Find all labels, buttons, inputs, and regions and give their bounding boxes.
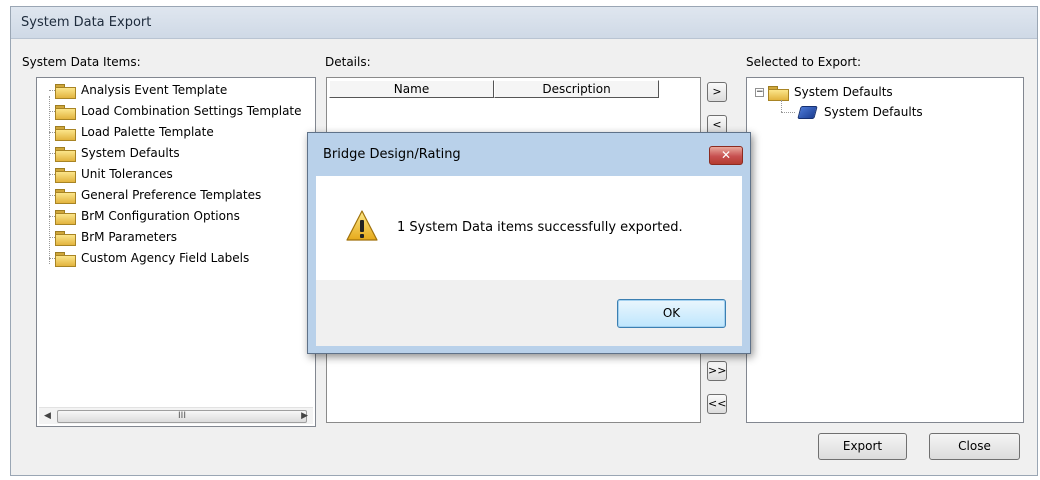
dialog-close-icon[interactable]: ✕ (709, 146, 743, 165)
folder-icon (55, 125, 76, 141)
details-grid-header: Name Description (329, 80, 659, 98)
add-all-button[interactable]: >> (707, 361, 727, 381)
column-header-description[interactable]: Description (494, 80, 659, 98)
ok-button[interactable]: OK (617, 299, 726, 328)
tree-item-brm-parameters[interactable]: BrM Parameters (49, 227, 177, 247)
close-button[interactable]: Close (929, 433, 1020, 460)
horizontal-scrollbar[interactable]: ◀ III ▶ (39, 407, 313, 424)
folder-icon (55, 104, 76, 120)
tree-item-child-system-defaults[interactable]: System Defaults (797, 102, 923, 122)
tree-item-unit-tolerances[interactable]: Unit Tolerances (49, 164, 173, 184)
tree-item-analysis-event-template[interactable]: Analysis Event Template (49, 80, 227, 100)
tree-item-system-defaults[interactable]: System Defaults (49, 143, 180, 163)
folder-icon (55, 209, 76, 225)
folder-icon (55, 167, 76, 183)
scroll-left-icon[interactable]: ◀ (44, 411, 51, 421)
tree-item-custom-agency-field-labels[interactable]: Custom Agency Field Labels (49, 248, 249, 268)
dialog-footer: OK (316, 280, 742, 346)
dialog-title: Bridge Design/Rating (323, 147, 461, 162)
selected-to-export-label: Selected to Export: (746, 55, 862, 69)
tree-connector (49, 96, 50, 264)
folder-icon (55, 188, 76, 204)
scrollbar-thumb[interactable]: III (57, 410, 307, 423)
tree-item-brm-configuration-options[interactable]: BrM Configuration Options (49, 206, 240, 226)
folder-icon (768, 85, 789, 101)
book-icon (797, 105, 818, 119)
collapse-icon[interactable]: − (755, 87, 764, 97)
dialog-body: 1 System Data items successfully exporte… (316, 176, 742, 280)
remove-all-button[interactable]: << (707, 394, 727, 414)
folder-icon (55, 83, 76, 99)
open-folder-icon (55, 146, 76, 162)
system-data-items-tree[interactable]: Analysis Event Template Load Combination… (36, 77, 316, 427)
tree-item-root-system-defaults[interactable]: − System Defaults (755, 82, 893, 102)
warning-icon (346, 210, 378, 241)
folder-icon (55, 230, 76, 246)
add-button[interactable]: > (707, 82, 727, 102)
system-data-items-label: System Data Items: (22, 55, 141, 69)
tree-item-load-palette-template[interactable]: Load Palette Template (49, 122, 214, 142)
column-header-name[interactable]: Name (329, 80, 494, 98)
details-label: Details: (325, 55, 371, 69)
selected-to-export-tree[interactable]: − System Defaults System Defaults (746, 77, 1024, 423)
dialog-message: 1 System Data items successfully exporte… (397, 220, 683, 235)
tree-item-load-combination-settings-template[interactable]: Load Combination Settings Template (49, 101, 302, 121)
bridge-design-rating-dialog: Bridge Design/Rating ✕ 1 System Data ite… (307, 132, 751, 354)
window-title: System Data Export (11, 7, 1037, 39)
folder-icon (55, 251, 76, 267)
export-button[interactable]: Export (818, 433, 907, 460)
scroll-right-icon[interactable]: ▶ (301, 411, 308, 421)
tree-item-general-preference-templates[interactable]: General Preference Templates (49, 185, 261, 205)
